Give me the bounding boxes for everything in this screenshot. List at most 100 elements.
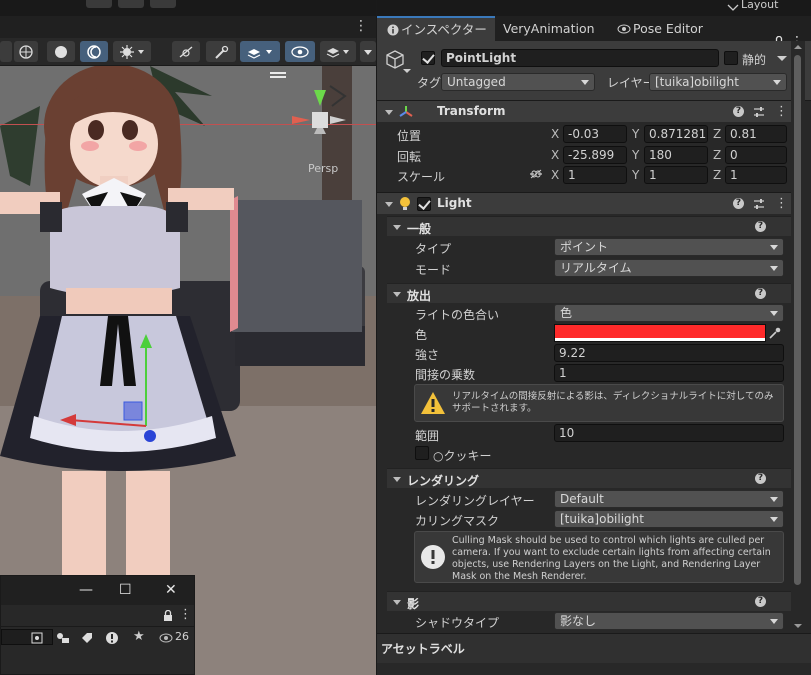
- position-z-field[interactable]: 0.81: [725, 125, 787, 143]
- emission-fold-icon[interactable]: [393, 292, 401, 297]
- icon-picker-caret-icon[interactable]: [403, 68, 411, 74]
- inspector-scrollbar[interactable]: [791, 41, 805, 633]
- light-color-swatch[interactable]: [554, 324, 766, 342]
- tab-inspector[interactable]: インスペクター: [377, 16, 495, 41]
- static-checkbox[interactable]: [724, 51, 738, 65]
- scene-view[interactable]: ⋮ Persp — ☐ ✕ ⋮ ★ 26: [0, 0, 376, 675]
- rotation-z-field[interactable]: 0: [725, 146, 787, 164]
- layout-caret-icon[interactable]: [727, 2, 739, 12]
- rotation-y-axis[interactable]: Y: [632, 148, 639, 162]
- floating-hierarchy-window[interactable]: — ☐ ✕ ⋮ ★ 26: [0, 575, 195, 675]
- asset-labels-bar[interactable]: アセットラベル: [377, 633, 811, 663]
- culling-mask-dropdown[interactable]: [tuika]obilight: [554, 510, 784, 528]
- tab-veryanimation[interactable]: VeryAnimation: [495, 16, 611, 41]
- help-icon[interactable]: ?: [755, 221, 766, 232]
- rotation-z-axis[interactable]: Z: [713, 148, 721, 162]
- light-mode-dropdown[interactable]: リアルタイム: [554, 259, 784, 277]
- tag-icon[interactable]: [81, 632, 93, 644]
- lock-icon[interactable]: [163, 610, 173, 622]
- transform-header[interactable]: Transform ? ⋮: [377, 100, 798, 122]
- general-section-header[interactable]: 一般 ?: [387, 216, 798, 236]
- search-scope-icon[interactable]: [31, 632, 43, 644]
- hierarchy-search-input[interactable]: [1, 629, 53, 645]
- position-y-axis[interactable]: Y: [632, 127, 639, 141]
- scene-menu-icon[interactable]: ⋮: [354, 18, 368, 34]
- cookie-checkbox[interactable]: [415, 446, 429, 460]
- persp-label[interactable]: Persp: [308, 162, 338, 175]
- tag-dropdown[interactable]: Untagged: [441, 73, 595, 91]
- rendering-fold-icon[interactable]: [393, 477, 401, 482]
- pause-button[interactable]: [118, 0, 144, 8]
- scroll-down-icon[interactable]: [794, 623, 802, 629]
- position-x-field[interactable]: -0.03: [563, 125, 627, 143]
- position-y-field[interactable]: 0.8712816: [644, 125, 708, 143]
- window-menu-icon[interactable]: ⋮: [179, 607, 192, 622]
- presets-sliders-icon[interactable]: [753, 198, 765, 210]
- scale-y-axis[interactable]: Y: [632, 168, 639, 182]
- hidden-objects-button[interactable]: [172, 41, 200, 62]
- floating-window-titlebar[interactable]: — ☐ ✕: [1, 576, 194, 605]
- tools-button[interactable]: [206, 41, 236, 62]
- scene-visibility-button[interactable]: [285, 41, 315, 62]
- draw-mode-button[interactable]: [14, 41, 38, 62]
- minimize-icon[interactable]: —: [79, 582, 93, 598]
- close-icon[interactable]: ✕: [165, 582, 177, 598]
- object-name-field[interactable]: PointLight: [441, 49, 719, 67]
- visible-eye-icon[interactable]: [159, 633, 173, 643]
- lighting-toggle-button[interactable]: [80, 41, 108, 62]
- scroll-up-icon[interactable]: [794, 44, 802, 50]
- shadow-type-dropdown[interactable]: 影なし: [554, 612, 784, 630]
- rendering-layer-dropdown[interactable]: Default: [554, 490, 784, 508]
- transform-menu-icon[interactable]: ⋮: [775, 105, 788, 118]
- favorite-star-icon[interactable]: ★: [133, 629, 145, 644]
- emission-section-header[interactable]: 放出 ?: [387, 283, 798, 303]
- help-icon[interactable]: ?: [755, 288, 766, 299]
- scale-x-field[interactable]: 1: [563, 166, 627, 184]
- light-header[interactable]: Light ? ⋮: [377, 192, 798, 214]
- shadows-section-header[interactable]: 影 ?: [387, 591, 798, 611]
- light-fold-icon[interactable]: [385, 202, 393, 207]
- play-button[interactable]: [86, 0, 112, 8]
- help-icon[interactable]: ?: [733, 198, 744, 209]
- scale-z-field[interactable]: 1: [725, 166, 787, 184]
- tab-pose-editor[interactable]: Pose Editor: [609, 16, 727, 41]
- effects-dropdown[interactable]: [113, 41, 151, 62]
- constrain-proportions-icon[interactable]: [529, 169, 543, 179]
- help-icon[interactable]: ?: [755, 473, 766, 484]
- layout-label[interactable]: Layout: [741, 0, 778, 11]
- rotation-x-field[interactable]: -25.899: [563, 146, 627, 164]
- position-z-axis[interactable]: Z: [713, 127, 721, 141]
- eyedropper-icon[interactable]: [768, 327, 782, 339]
- intensity-field[interactable]: 9.22: [554, 344, 784, 362]
- layer-dropdown[interactable]: [tuika]obilight: [649, 73, 787, 91]
- presets-sliders-icon[interactable]: [753, 106, 765, 118]
- range-field[interactable]: 10: [554, 424, 784, 442]
- light-type-dropdown[interactable]: ポイント: [554, 238, 784, 256]
- transform-fold-icon[interactable]: [385, 110, 393, 115]
- position-x-axis[interactable]: X: [551, 127, 559, 141]
- scale-y-field[interactable]: 1: [644, 166, 708, 184]
- maximize-icon[interactable]: ☐: [119, 582, 132, 598]
- light-appearance-dropdown[interactable]: 色: [554, 304, 784, 322]
- warning-circle-icon[interactable]: [105, 631, 119, 645]
- light-enabled-checkbox[interactable]: [417, 197, 431, 211]
- shadows-fold-icon[interactable]: [393, 600, 401, 605]
- rendering-section-header[interactable]: レンダリング ?: [387, 468, 798, 488]
- rotation-y-field[interactable]: 180: [644, 146, 708, 164]
- gizmos-dropdown[interactable]: [320, 41, 356, 62]
- scene-filter-icon[interactable]: [56, 632, 70, 644]
- light-menu-icon[interactable]: ⋮: [775, 197, 788, 210]
- general-fold-icon[interactable]: [393, 225, 401, 230]
- help-icon[interactable]: ?: [755, 596, 766, 607]
- indirect-multiplier-field[interactable]: 1: [554, 364, 784, 382]
- step-button[interactable]: [150, 0, 176, 8]
- toolbar-overflow[interactable]: [360, 41, 376, 62]
- shaded-button[interactable]: [47, 41, 75, 62]
- scale-x-axis[interactable]: X: [551, 168, 559, 182]
- active-checkbox[interactable]: [421, 51, 435, 65]
- scrollbar-thumb[interactable]: [794, 55, 801, 585]
- help-icon[interactable]: ?: [733, 106, 744, 117]
- static-caret-icon[interactable]: [777, 55, 787, 62]
- layers-dropdown[interactable]: [240, 41, 280, 62]
- rotation-x-axis[interactable]: X: [551, 148, 559, 162]
